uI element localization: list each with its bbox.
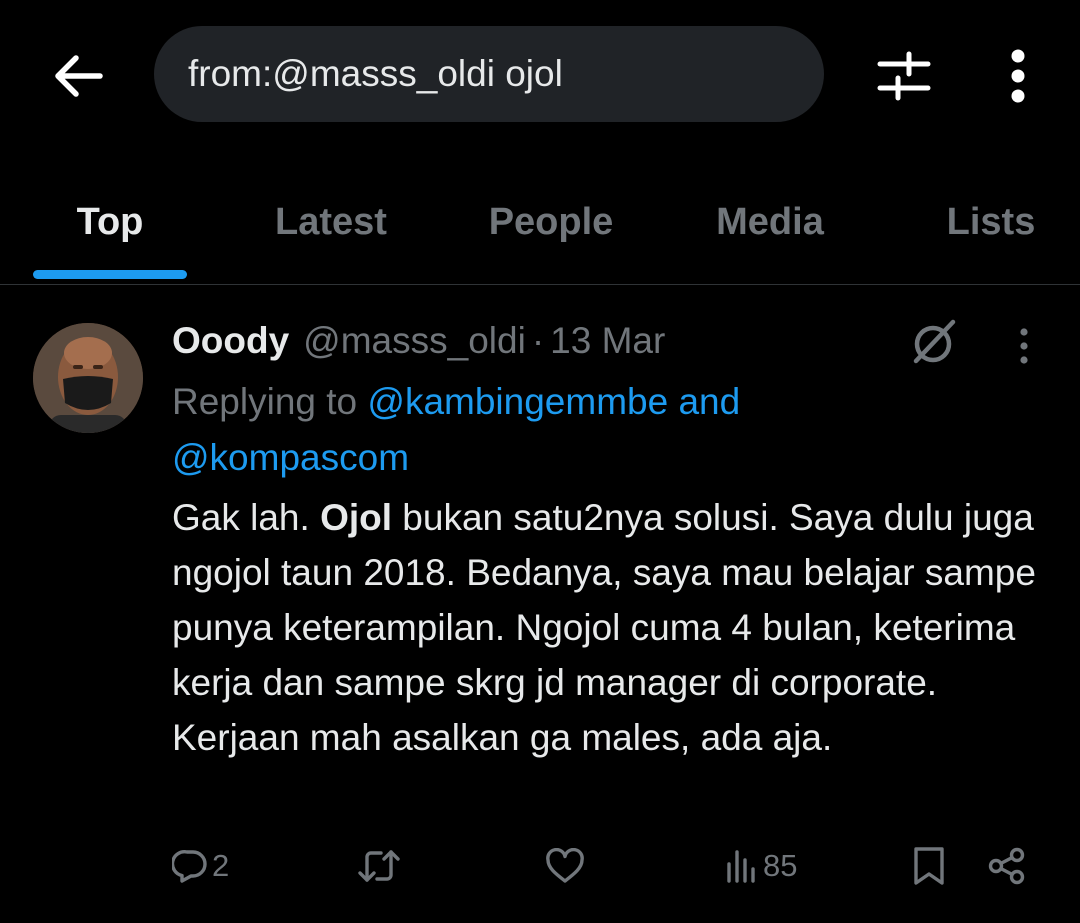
tweet-date[interactable]: 13 Mar xyxy=(550,320,665,362)
avatar-image xyxy=(33,323,143,433)
tweet-text-highlight: Ojol xyxy=(320,497,393,538)
grok-button[interactable] xyxy=(908,316,960,368)
more-options-button[interactable] xyxy=(990,44,1046,108)
tweet-header: Ooody @masss_oldi · 13 Mar xyxy=(172,318,665,364)
reply-icon xyxy=(172,850,207,883)
mention-link-1[interactable]: @kambingemmbe xyxy=(367,381,668,422)
back-button[interactable] xyxy=(48,46,108,106)
tab-top[interactable]: Top xyxy=(33,170,187,274)
more-vertical-icon xyxy=(1011,49,1025,103)
tweet[interactable]: Ooody @masss_oldi · 13 Mar Replying to @… xyxy=(0,296,1080,923)
like-button[interactable] xyxy=(545,842,589,890)
views-button[interactable]: 85 xyxy=(725,842,797,890)
tab-media[interactable]: Media xyxy=(690,170,850,274)
bookmark-button[interactable] xyxy=(912,842,946,890)
mention-link-2[interactable]: @kompascom xyxy=(172,437,409,478)
heart-icon xyxy=(546,848,584,883)
tweet-more-button[interactable] xyxy=(1004,324,1044,368)
retweet-button[interactable] xyxy=(357,842,405,890)
tabs-divider xyxy=(0,284,1080,285)
author-name[interactable]: Ooody xyxy=(172,320,289,362)
active-tab-indicator xyxy=(33,270,187,279)
replying-to-label: Replying to xyxy=(172,381,358,422)
separator-dot: · xyxy=(531,320,545,361)
author-handle[interactable]: @masss_oldi xyxy=(303,320,526,362)
replying-to: Replying to @kambingemmbe and @kompascom xyxy=(172,374,852,486)
search-tabs: Top Latest People Media Lists xyxy=(0,170,1080,282)
share-button[interactable] xyxy=(988,842,1026,890)
tweet-text: Gak lah. Ojol bukan satu2nya solusi. Say… xyxy=(172,490,1052,765)
tweet-text-start: Gak lah. xyxy=(172,497,321,538)
sliders-icon xyxy=(877,51,931,101)
retweet-icon xyxy=(358,850,400,882)
tab-lists[interactable]: Lists xyxy=(928,170,1054,274)
grok-icon xyxy=(913,319,956,364)
reply-count: 2 xyxy=(212,848,230,883)
reply-button[interactable]: 2 xyxy=(172,842,229,890)
search-input[interactable] xyxy=(188,53,790,95)
view-count: 85 xyxy=(763,848,798,883)
arrow-left-icon xyxy=(55,55,103,97)
tweet-actions: 2 85 xyxy=(0,842,1080,890)
more-vertical-icon xyxy=(1020,328,1028,364)
search-box[interactable] xyxy=(154,26,824,122)
views-icon xyxy=(727,850,755,883)
share-icon xyxy=(988,847,1025,885)
search-filter-button[interactable] xyxy=(872,46,936,106)
tab-latest[interactable]: Latest xyxy=(250,170,412,274)
tab-people[interactable]: People xyxy=(466,170,636,274)
bookmark-icon xyxy=(914,847,944,885)
mention-and: and xyxy=(678,381,741,422)
top-bar xyxy=(0,0,1080,150)
avatar[interactable] xyxy=(33,323,143,433)
